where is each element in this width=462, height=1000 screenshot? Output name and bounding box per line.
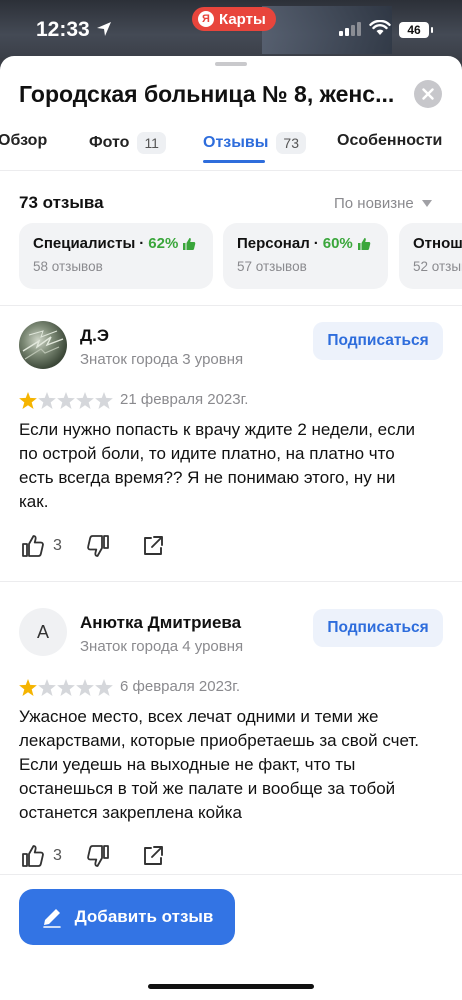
star-icon	[57, 679, 75, 696]
aspect-title: Специалисты · 62%	[33, 235, 199, 252]
aspect-separator: ·	[313, 235, 319, 252]
review-date: 6 февраля 2023г.	[120, 678, 241, 695]
app-return-badge[interactable]: Я Карты	[192, 7, 276, 31]
thumbs-up-icon	[22, 845, 44, 867]
aspect-name: Отнош	[413, 235, 462, 252]
aspect-separator: ·	[139, 235, 145, 252]
review-text: Если нужно попасть к врачу ждите 2 недел…	[19, 420, 416, 511]
aspect-percent: 62%	[148, 235, 179, 252]
like-button[interactable]: 3	[21, 534, 62, 558]
review-author[interactable]: Д.Э	[80, 326, 109, 346]
dislike-button[interactable]	[86, 534, 110, 558]
aspect-title: Отнош	[413, 235, 462, 252]
thumbs-up-icon	[357, 237, 371, 250]
divider	[0, 874, 462, 875]
star-icon	[19, 392, 37, 409]
aspect-chip-attitude[interactable]: Отнош 52 отзыв	[399, 223, 462, 289]
star-icon	[19, 679, 37, 696]
aspect-title: Персонал · 60%	[237, 235, 374, 252]
aspect-chip-staff[interactable]: Персонал · 60% 57 отзывов	[223, 223, 388, 289]
thumbs-down-icon	[87, 535, 109, 557]
star-icon	[38, 679, 56, 696]
status-time: 12:33	[36, 18, 90, 41]
share-button[interactable]	[142, 845, 164, 867]
review-date: 21 февраля 2023г.	[120, 391, 249, 408]
reviews-count: 73 отзыва	[19, 193, 104, 212]
share-icon	[143, 536, 163, 555]
sort-label: По новизне	[334, 195, 414, 212]
tab-reviews[interactable]: Отзывы 73	[203, 132, 306, 154]
thumbs-up-icon	[183, 237, 196, 250]
close-icon	[422, 88, 434, 100]
subscribe-button[interactable]: Подписаться	[313, 609, 443, 647]
sort-dropdown[interactable]: По новизне	[334, 195, 432, 212]
avatar[interactable]: А	[19, 608, 67, 656]
close-button[interactable]	[414, 80, 442, 108]
share-icon	[143, 846, 163, 865]
thumbs-down-icon	[87, 845, 109, 867]
tab-count-badge: 73	[276, 132, 306, 154]
divider	[0, 581, 462, 582]
divider	[0, 170, 462, 171]
author-level: Знаток города 4 уровня	[80, 638, 244, 655]
avatar-image	[22, 330, 64, 360]
author-level: Знаток города 3 уровня	[80, 351, 244, 368]
star-icon	[76, 679, 94, 696]
home-indicator[interactable]	[148, 984, 314, 989]
divider	[0, 305, 462, 306]
yandex-logo: Я	[198, 11, 214, 27]
add-review-label: Добавить отзыв	[74, 907, 214, 926]
status-bar: 12:33 Я Карты 46	[0, 0, 462, 58]
rating-stars	[19, 392, 113, 409]
share-button[interactable]	[142, 535, 164, 557]
avatar[interactable]	[19, 321, 67, 369]
aspect-chips-row[interactable]: Специалисты · 62% 58 отзывов Персонал · …	[19, 223, 462, 289]
dislike-button[interactable]	[86, 844, 110, 868]
thumbs-up-icon	[22, 535, 44, 557]
location-arrow-icon	[97, 22, 111, 36]
aspect-reviews-count: 57 отзывов	[237, 259, 307, 274]
like-button[interactable]: 3	[21, 844, 62, 868]
tab-label: Обзор	[0, 132, 48, 149]
battery-indicator: 46	[399, 22, 433, 38]
subscribe-button[interactable]: Подписаться	[313, 322, 443, 360]
add-review-button[interactable]: Добавить отзыв	[19, 889, 235, 945]
sheet-grabber[interactable]	[215, 62, 247, 66]
rating-stars	[19, 679, 113, 696]
tab-features[interactable]: Особенности	[337, 132, 442, 150]
like-count: 3	[53, 847, 62, 864]
signal-icon	[339, 22, 361, 36]
tab-count-badge: 11	[137, 132, 166, 154]
star-icon	[76, 392, 94, 409]
star-icon	[95, 392, 113, 409]
app-return-label: Карты	[219, 10, 266, 28]
review-actions: 3	[21, 844, 164, 868]
review-text: Ужасное место, всех лечат одними и теми …	[19, 707, 419, 822]
place-title: Городская больница № 8, женс...	[19, 81, 395, 107]
place-card-sheet: Городская больница № 8, женс... Обзор Фо…	[0, 56, 462, 1000]
tab-label: Фото	[89, 134, 130, 151]
star-icon	[57, 392, 75, 409]
like-count: 3	[53, 537, 62, 554]
star-icon	[38, 392, 56, 409]
wifi-icon	[369, 20, 391, 35]
review-author[interactable]: Анютка Дмитриева	[80, 613, 241, 633]
review-actions: 3	[21, 534, 164, 558]
sort-chevron-icon	[421, 199, 432, 207]
tab-overview[interactable]: Обзор	[0, 132, 47, 150]
aspect-chip-specialists[interactable]: Специалисты · 62% 58 отзывов	[19, 223, 213, 289]
aspect-reviews-count: 58 отзывов	[33, 259, 103, 274]
tab-label: Отзывы	[203, 134, 269, 151]
aspect-percent: 60%	[322, 235, 353, 252]
aspect-name: Персонал	[237, 235, 310, 252]
tab-label: Особенности	[337, 132, 443, 149]
aspect-name: Специалисты	[33, 235, 136, 252]
star-icon	[95, 679, 113, 696]
tab-photos[interactable]: Фото 11	[89, 132, 166, 154]
aspect-reviews-count: 52 отзыв	[413, 259, 462, 274]
pencil-icon	[42, 909, 61, 928]
active-tab-indicator	[203, 160, 265, 163]
